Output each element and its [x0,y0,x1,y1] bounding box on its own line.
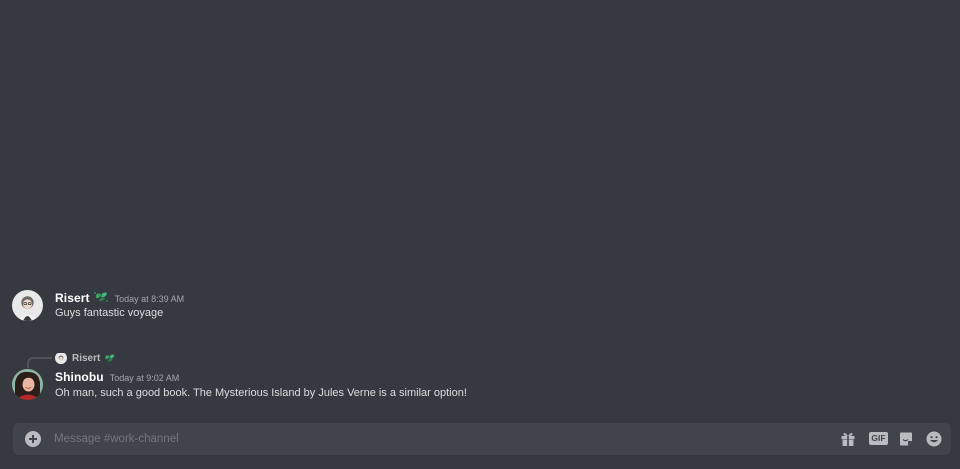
author-name[interactable]: Risert [55,291,90,305]
reply-reference[interactable]: Risert [55,351,116,365]
author-line: Risert Today at 8:39 AM [55,290,184,306]
timestamp: Today at 8:39 AM [114,294,185,304]
gif-label: GIF [871,433,886,443]
message-content: Oh man, such a good book. The Mysterious… [55,387,467,399]
gif-icon[interactable]: GIF [869,432,888,445]
message-composer: GIF [13,423,951,455]
add-icon[interactable] [25,431,41,447]
message-input[interactable] [54,423,834,455]
avatar[interactable] [12,369,43,400]
reply-avatar [55,352,67,364]
avatar-image [12,369,43,400]
timestamp: Today at 9:02 AM [109,373,180,383]
author-name[interactable]: Shinobu [55,370,104,384]
avatar-image [12,290,43,321]
reply-author-name: Risert [72,352,101,364]
reply-spine [27,357,52,368]
message-content: Guys fantastic voyage [55,307,164,319]
leaf-badge-icon [93,291,109,305]
leaf-badge-icon [103,352,116,364]
emoji-icon[interactable] [925,430,943,448]
sticker-icon[interactable] [897,430,915,448]
message-list: Risert Today at 8:39 AM Guys fantastic v… [0,0,960,420]
gift-icon[interactable] [839,430,857,448]
avatar[interactable] [12,290,43,321]
author-line: Shinobu Today at 9:02 AM [55,369,179,385]
chat-window: Risert Today at 8:39 AM Guys fantastic v… [0,0,960,469]
